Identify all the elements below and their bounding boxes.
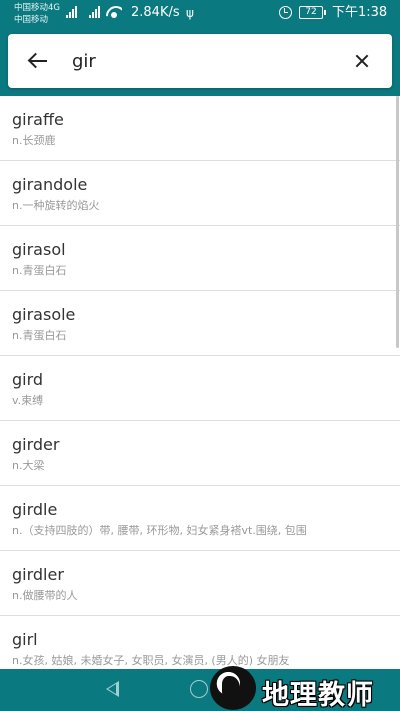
result-definition: v.束缚 (12, 394, 44, 407)
search-input[interactable] (72, 47, 332, 75)
carrier-1: 中国移动4G (14, 3, 60, 13)
result-item[interactable]: girl n.女孩, 姑娘, 未婚女子, 女职员, 女演员, (男人的) 女朋友 (0, 616, 400, 669)
search-bar (8, 34, 392, 88)
network-speed: 2.84K/s (131, 5, 180, 20)
back-button[interactable] (24, 47, 52, 75)
result-definition: n.一种旋转的焰火 (12, 199, 100, 212)
watermark: 地理教师 (204, 664, 400, 711)
result-definition: n.长颈鹿 (12, 134, 56, 147)
result-definition: n.青蛋白石 (12, 264, 67, 277)
result-definition: n.做腰带的人 (12, 589, 78, 602)
result-word: girdler (12, 565, 64, 584)
result-word: girandole (12, 175, 88, 194)
alarm-icon (279, 6, 292, 19)
globe-logo-icon (210, 666, 256, 710)
triangle-back-icon[interactable] (106, 681, 119, 697)
wifi-icon (106, 6, 122, 18)
result-item[interactable]: giraffe n.长颈鹿 (0, 96, 400, 161)
result-item[interactable]: girdle n.（支持四肢的）带, 腰带, 环形物, 妇女紧身褡vt.围绕, … (0, 486, 400, 551)
result-word: girasol (12, 240, 66, 259)
result-definition: n.（支持四肢的）带, 腰带, 环形物, 妇女紧身褡vt.围绕, 包围 (12, 524, 307, 537)
watermark-text: 地理教师 (262, 680, 374, 711)
result-item[interactable]: girasol n.青蛋白石 (0, 226, 400, 291)
status-bar: 中国移动4G 中国移动 2.84K/s ψ 72 下午1:38 (0, 0, 400, 28)
result-word: girder (12, 435, 60, 454)
battery-icon: 72 (299, 6, 326, 19)
result-item[interactable]: girder n.大梁 (0, 421, 400, 486)
scrollbar-thumb[interactable] (396, 96, 399, 348)
result-definition: n.大梁 (12, 459, 45, 472)
arrow-left-icon (29, 60, 47, 62)
result-item[interactable]: gird v.束缚 (0, 356, 400, 421)
close-icon (355, 54, 369, 68)
result-definition: n.青蛋白石 (12, 329, 67, 342)
status-time: 下午1:38 (332, 5, 388, 20)
result-word: giraffe (12, 110, 64, 129)
result-word: girdle (12, 500, 58, 519)
result-word: girl (12, 630, 38, 649)
app-header (0, 28, 400, 96)
signal-strength-icon-2 (89, 6, 100, 18)
carrier-info: 中国移动4G 中国移动 (14, 2, 60, 26)
battery-level: 72 (305, 7, 317, 17)
clear-search-button[interactable] (348, 47, 376, 75)
search-results-list[interactable]: giraffe n.长颈鹿 girandole n.一种旋转的焰火 giraso… (0, 96, 400, 669)
signal-strength-icon (66, 6, 77, 18)
result-item[interactable]: girasole n.青蛋白石 (0, 291, 400, 356)
result-word: girasole (12, 305, 76, 324)
carrier-2: 中国移动 (14, 15, 49, 25)
signal-icons (66, 6, 122, 18)
usb-icon: ψ (186, 6, 194, 20)
result-item[interactable]: girdler n.做腰带的人 (0, 551, 400, 616)
result-word: gird (12, 370, 44, 389)
result-item[interactable]: girandole n.一种旋转的焰火 (0, 161, 400, 226)
